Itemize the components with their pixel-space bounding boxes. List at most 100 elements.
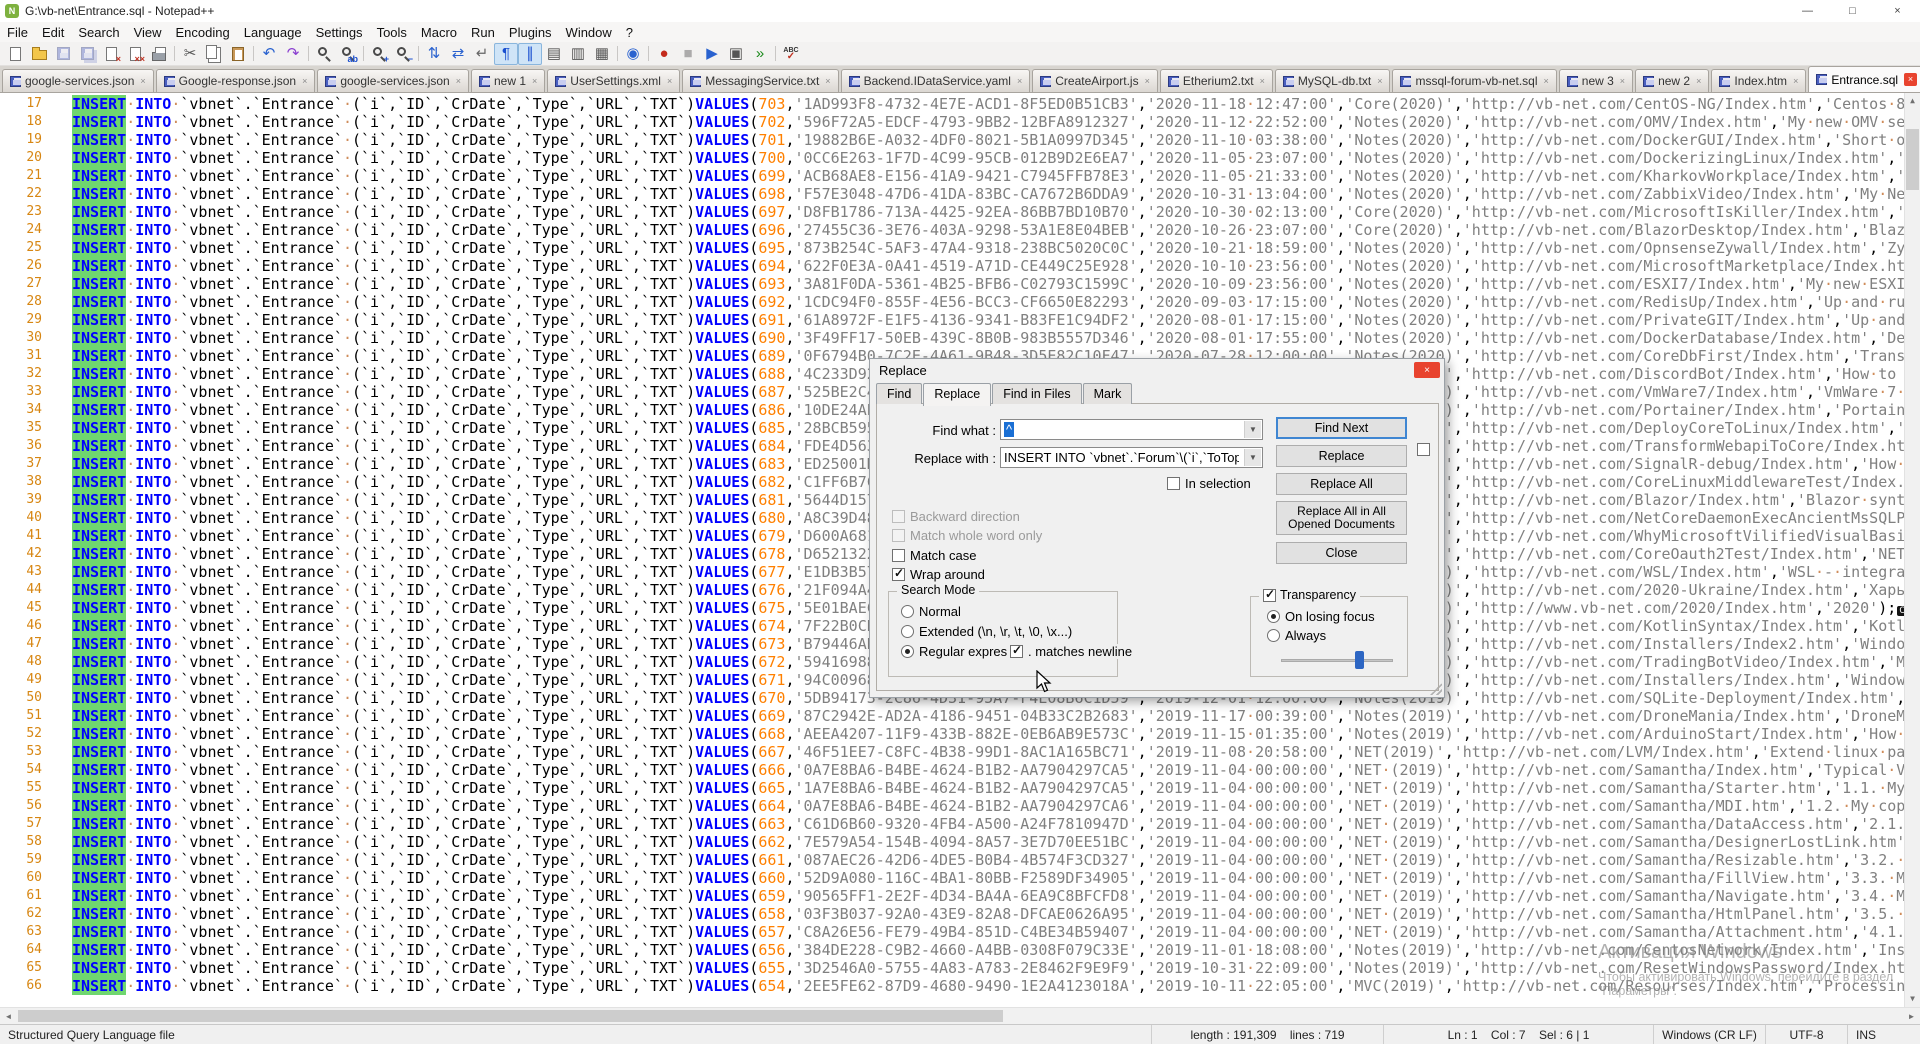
code-line[interactable]: 54 INSERT·INTO·`vbnet`.`Entrance`·(`i`,`I… bbox=[0, 761, 1904, 779]
minimize-button[interactable]: — bbox=[1785, 0, 1830, 22]
replace-with-input[interactable]: INSERT INTO `vbnet`.`Forum`\(`i`,`ToTopi… bbox=[1000, 447, 1263, 468]
code-line[interactable]: 63 INSERT·INTO·`vbnet`.`Entrance`·(`i`,`I… bbox=[0, 923, 1904, 941]
tab-close-icon[interactable]: × bbox=[1544, 76, 1549, 86]
tab-google-services-json[interactable]: google-services.json × bbox=[2, 69, 154, 92]
tab-etherium2-txt[interactable]: Etherium2.txt × bbox=[1159, 69, 1273, 92]
redo-icon[interactable]: ↷ bbox=[281, 43, 305, 65]
transparency-slider-thumb[interactable] bbox=[1355, 651, 1364, 669]
code-line[interactable]: 25 INSERT·INTO·`vbnet`.`Entrance`·(`i`,`I… bbox=[0, 239, 1904, 257]
menu-view[interactable]: View bbox=[127, 25, 169, 40]
replace-all-open-docs-button[interactable]: Replace All in All Opened Documents bbox=[1276, 501, 1407, 535]
menu-macro[interactable]: Macro bbox=[414, 25, 464, 40]
code-line[interactable]: 61 INSERT·INTO·`vbnet`.`Entrance`·(`i`,`I… bbox=[0, 887, 1904, 905]
status-eol-format[interactable]: Windows (CR LF) bbox=[1654, 1025, 1766, 1044]
document-map-icon[interactable]: ▥ bbox=[566, 43, 590, 65]
menu-help[interactable]: ? bbox=[619, 25, 640, 40]
search-mode-extended-row[interactable]: Extended (\n, \r, \t, \0, \x...) bbox=[901, 624, 1072, 639]
menu-plugins[interactable]: Plugins bbox=[502, 25, 559, 40]
code-line[interactable]: 23 INSERT·INTO·`vbnet`.`Entrance`·(`i`,`I… bbox=[0, 203, 1904, 221]
code-line[interactable]: 18 INSERT·INTO·`vbnet`.`Entrance`·(`i`,`I… bbox=[0, 113, 1904, 131]
cut-icon[interactable]: ✂ bbox=[178, 43, 202, 65]
replace-icon[interactable]: ab bbox=[336, 43, 360, 65]
code-line[interactable]: 27 INSERT·INTO·`vbnet`.`Entrance`·(`i`,`I… bbox=[0, 275, 1904, 293]
wrap-around-row[interactable]: Wrap around bbox=[892, 566, 985, 582]
word-wrap-icon[interactable]: ↵ bbox=[470, 43, 494, 65]
transparency-checkbox[interactable] bbox=[1263, 587, 1276, 602]
dialog-close-button[interactable]: × bbox=[1414, 362, 1440, 378]
tab-new-2[interactable]: new 2 × bbox=[1635, 69, 1710, 92]
in-selection-row[interactable]: In selection bbox=[1167, 476, 1251, 491]
vertical-scroll-thumb[interactable] bbox=[1906, 129, 1919, 190]
function-list-icon[interactable]: ▤ bbox=[542, 43, 566, 65]
tab-mysql-db-txt[interactable]: MySQL-db.txt × bbox=[1274, 69, 1391, 92]
horizontal-scrollbar[interactable]: ◄ ► bbox=[0, 1007, 1920, 1024]
tab-entrance-sql[interactable]: Entrance.sql × bbox=[1808, 66, 1920, 92]
code-line[interactable]: 51 INSERT·INTO·`vbnet`.`Entrance`·(`i`,`I… bbox=[0, 707, 1904, 725]
tab-backend-idataservice-yaml[interactable]: Backend.IDataService.yaml × bbox=[840, 69, 1031, 92]
menu-file[interactable]: File bbox=[0, 25, 35, 40]
zoom-in-icon[interactable]: + bbox=[367, 43, 391, 65]
tab-close-icon[interactable]: × bbox=[1620, 76, 1625, 86]
code-line[interactable]: 22 INSERT·INTO·`vbnet`.`Entrance`·(`i`,`I… bbox=[0, 185, 1904, 203]
transparency-slider-track[interactable] bbox=[1281, 659, 1393, 662]
close-button[interactable]: × bbox=[1875, 0, 1920, 22]
status-encoding[interactable]: UTF-8 bbox=[1766, 1025, 1848, 1044]
paste-icon[interactable] bbox=[226, 43, 250, 65]
sync-horizontal-icon[interactable]: ⇄ bbox=[446, 43, 470, 65]
code-line[interactable]: 52 INSERT·INTO·`vbnet`.`Entrance`·(`i`,`I… bbox=[0, 725, 1904, 743]
code-line[interactable]: 53 INSERT·INTO·`vbnet`.`Entrance`·(`i`,`I… bbox=[0, 743, 1904, 761]
find-2-buttons-mode-checkbox[interactable] bbox=[1417, 443, 1430, 456]
open-file-icon[interactable] bbox=[27, 43, 51, 65]
match-case-checkbox[interactable] bbox=[892, 549, 905, 562]
chevron-down-icon[interactable]: ▼ bbox=[1244, 421, 1261, 438]
sync-vertical-icon[interactable]: ⇅ bbox=[422, 43, 446, 65]
tab-mssql-forum-vb-net-sql[interactable]: mssql-forum-vb-net.sql × bbox=[1392, 69, 1557, 92]
tab-index-htm[interactable]: Index.htm × bbox=[1711, 69, 1807, 92]
tab-close-icon[interactable]: × bbox=[1377, 76, 1382, 86]
menu-language[interactable]: Language bbox=[237, 25, 309, 40]
tab-close-icon[interactable]: × bbox=[1260, 76, 1265, 86]
tab-messagingservice-txt[interactable]: MessagingService.txt × bbox=[682, 69, 839, 92]
code-line[interactable]: 28 INSERT·INTO·`vbnet`.`Entrance`·(`i`,`I… bbox=[0, 293, 1904, 311]
code-line[interactable]: 29 INSERT·INTO·`vbnet`.`Entrance`·(`i`,`I… bbox=[0, 311, 1904, 329]
code-line[interactable]: 60 INSERT·INTO·`vbnet`.`Entrance`·(`i`,`I… bbox=[0, 869, 1904, 887]
menu-search[interactable]: Search bbox=[71, 25, 126, 40]
always-row[interactable]: Always bbox=[1267, 628, 1326, 643]
code-line[interactable]: 30 INSERT·INTO·`vbnet`.`Entrance`·(`i`,`I… bbox=[0, 329, 1904, 347]
tab-close-icon[interactable]: × bbox=[1696, 76, 1701, 86]
tab-close-icon[interactable]: × bbox=[667, 76, 672, 86]
tab-close-icon[interactable]: × bbox=[1017, 76, 1022, 86]
playback-macro-icon[interactable]: ▶ bbox=[700, 43, 724, 65]
menu-window[interactable]: Window bbox=[559, 25, 619, 40]
transparency-legend[interactable]: Transparency bbox=[1259, 587, 1360, 602]
code-line[interactable]: 17 INSERT·INTO·`vbnet`.`Entrance`·(`i`,`I… bbox=[0, 95, 1904, 113]
code-line[interactable]: 55 INSERT·INTO·`vbnet`.`Entrance`·(`i`,`I… bbox=[0, 779, 1904, 797]
on-losing-focus-row[interactable]: On losing focus bbox=[1267, 609, 1375, 624]
match-case-row[interactable]: Match case bbox=[892, 548, 976, 563]
tab-close-icon[interactable]: × bbox=[140, 76, 145, 86]
tab-new-3[interactable]: new 3 × bbox=[1558, 69, 1634, 92]
tab-close-icon[interactable]: × bbox=[456, 76, 461, 86]
title-bar[interactable]: N G:\vb-net\Entrance.sql - Notepad++ — □… bbox=[0, 0, 1920, 22]
extended-radio[interactable] bbox=[901, 625, 914, 638]
indent-guide-icon[interactable]: ∥ bbox=[518, 42, 542, 65]
code-line[interactable]: 56 INSERT·INTO·`vbnet`.`Entrance`·(`i`,`I… bbox=[0, 797, 1904, 815]
dot-matches-newline-checkbox[interactable] bbox=[1010, 643, 1023, 658]
scroll-right-arrow[interactable]: ► bbox=[1903, 1008, 1920, 1024]
code-line[interactable]: 59 INSERT·INTO·`vbnet`.`Entrance`·(`i`,`I… bbox=[0, 851, 1904, 869]
save-macro-icon[interactable]: ▣ bbox=[724, 43, 748, 65]
spell-check-icon[interactable]: ABC ✓ bbox=[779, 43, 803, 65]
close-dialog-button[interactable]: Close bbox=[1276, 542, 1407, 564]
record-macro-icon[interactable]: ● bbox=[652, 43, 676, 65]
tab-find[interactable]: Find bbox=[876, 383, 923, 404]
menu-encoding[interactable]: Encoding bbox=[169, 25, 237, 40]
save-icon[interactable] bbox=[51, 43, 75, 65]
code-line[interactable]: 24 INSERT·INTO·`vbnet`.`Entrance`·(`i`,`I… bbox=[0, 221, 1904, 239]
tab-new-1[interactable]: new 1 × bbox=[470, 69, 546, 92]
code-line[interactable]: 20 INSERT·INTO·`vbnet`.`Entrance`·(`i`,`I… bbox=[0, 149, 1904, 167]
tab-close-icon[interactable]: × bbox=[1793, 76, 1798, 86]
tab-find-in-files[interactable]: Find in Files bbox=[992, 383, 1082, 404]
copy-icon[interactable] bbox=[202, 43, 226, 65]
code-line[interactable]: 57 INSERT·INTO·`vbnet`.`Entrance`·(`i`,`I… bbox=[0, 815, 1904, 833]
tab-mark[interactable]: Mark bbox=[1082, 383, 1133, 404]
